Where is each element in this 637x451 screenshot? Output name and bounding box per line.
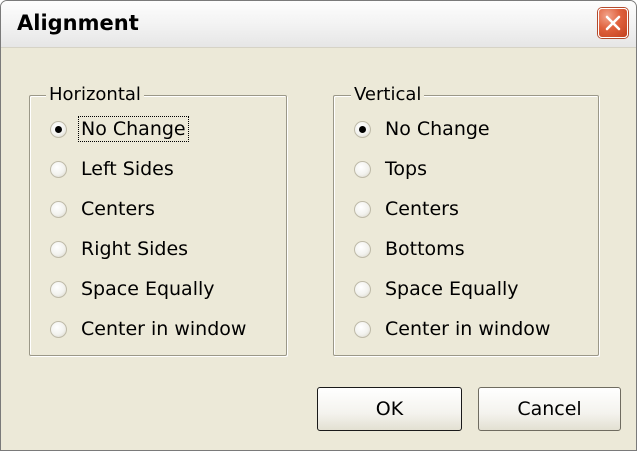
radio-button-checked[interactable] — [354, 120, 371, 138]
radio-vertical-tops[interactable]: Tops — [354, 155, 429, 183]
radio-button[interactable] — [50, 160, 67, 178]
radio-button[interactable] — [354, 200, 371, 218]
radio-button[interactable] — [354, 320, 371, 338]
close-button[interactable] — [598, 8, 628, 38]
radio-horizontal-center-in-window[interactable]: Center in window — [50, 315, 248, 343]
radio-label: No Change — [78, 116, 189, 142]
radio-label: Right Sides — [81, 238, 189, 260]
radio-button[interactable] — [354, 160, 371, 178]
radio-horizontal-space-equally[interactable]: Space Equally — [50, 275, 217, 303]
radio-button[interactable] — [354, 240, 371, 258]
radio-button[interactable] — [50, 280, 67, 298]
vertical-group: Vertical No Change Tops Centers Bottoms … — [333, 84, 599, 356]
radio-vertical-centers[interactable]: Centers — [354, 195, 461, 223]
radio-horizontal-left-sides[interactable]: Left Sides — [50, 155, 176, 183]
radio-vertical-center-in-window[interactable]: Center in window — [354, 315, 552, 343]
radio-horizontal-right-sides[interactable]: Right Sides — [50, 235, 190, 263]
title-bar[interactable]: Alignment — [1, 1, 636, 48]
radio-label: Center in window — [385, 318, 551, 340]
vertical-legend: Vertical — [351, 84, 425, 106]
horizontal-group: Horizontal No Change Left Sides Centers … — [29, 84, 287, 356]
radio-vertical-no-change[interactable]: No Change — [354, 115, 492, 143]
alignment-dialog: Alignment Horizontal No Change Left Side… — [0, 0, 637, 451]
ok-button[interactable]: OK — [317, 387, 462, 431]
radio-button[interactable] — [50, 320, 67, 338]
radio-label: Tops — [385, 158, 427, 180]
radio-button[interactable] — [50, 240, 67, 258]
radio-label: Bottoms — [385, 238, 465, 260]
radio-button[interactable] — [354, 280, 371, 298]
radio-label: Space Equally — [385, 278, 519, 300]
radio-horizontal-no-change[interactable]: No Change — [50, 115, 189, 143]
radio-label: No Change — [385, 118, 490, 140]
radio-vertical-space-equally[interactable]: Space Equally — [354, 275, 521, 303]
radio-label: Left Sides — [81, 158, 174, 180]
horizontal-legend: Horizontal — [46, 84, 144, 106]
radio-button-checked[interactable] — [50, 120, 67, 138]
cancel-button[interactable]: Cancel — [478, 387, 621, 431]
radio-button[interactable] — [50, 200, 67, 218]
radio-vertical-bottoms[interactable]: Bottoms — [354, 235, 467, 263]
dialog-title: Alignment — [17, 11, 139, 35]
radio-label: Center in window — [81, 318, 247, 340]
radio-label: Centers — [81, 198, 155, 220]
close-icon — [605, 15, 621, 31]
radio-label: Space Equally — [81, 278, 215, 300]
radio-label: Centers — [385, 198, 459, 220]
radio-horizontal-centers[interactable]: Centers — [50, 195, 157, 223]
